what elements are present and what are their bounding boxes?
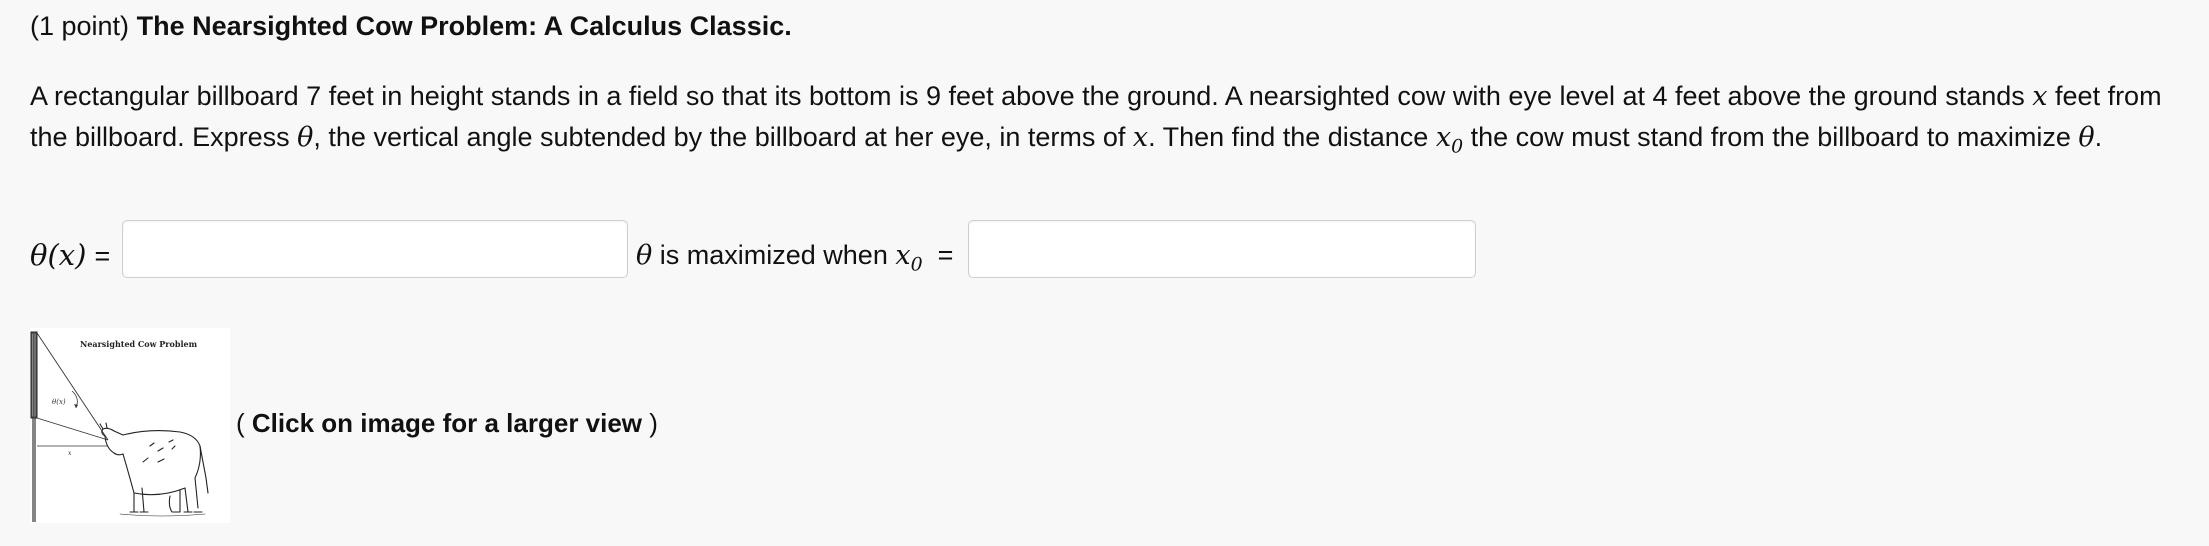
points-label: (1 point) (30, 11, 130, 41)
statement-text-3: , the vertical angle subtended by the bi… (313, 122, 1133, 152)
sight-line-top (36, 332, 109, 441)
figure-title: Nearsighted Cow Problem (80, 339, 198, 349)
answer-row: θ(x) = θ is maximized when x0 = (30, 220, 1490, 280)
statement-text-6: . (2094, 122, 2103, 152)
math-var-x: x (1132, 122, 1149, 153)
figure-x-label: x (68, 450, 72, 457)
enlarge-image-link[interactable]: Click on image for a larger view (252, 408, 642, 438)
x0-answer-input[interactable] (968, 220, 1476, 278)
cow-problem-figure[interactable]: θ(x) x Nearsighted Cow Problem (30, 328, 230, 523)
theta-of-x-label: θ(x) = (30, 238, 111, 272)
billboard-icon (30, 331, 38, 419)
math-theta: θ (297, 122, 314, 153)
sight-line-bottom (36, 417, 109, 441)
figure-caption: ( Click on image for a larger view ) (236, 408, 658, 438)
problem-statement: A rectangular billboard 7 feet in height… (30, 76, 2190, 158)
math-x0: x0 (1435, 122, 1464, 158)
problem-title: The Nearsighted Cow Problem: A Calculus … (136, 11, 792, 41)
maximized-label: θ is maximized when x0 = (636, 240, 954, 276)
figure-angle-label: θ(x) (52, 398, 66, 406)
statement-text-5: the cow must stand from the billboard to… (1463, 122, 2079, 152)
math-theta: θ (2078, 122, 2095, 153)
theta-answer-input[interactable] (122, 220, 628, 278)
cow-icon (99, 422, 209, 517)
math-var-x: x (2032, 81, 2048, 112)
statement-text-4: . Then find the distance (1148, 122, 1436, 152)
problem-header: (1 point) The Nearsighted Cow Problem: A… (30, 10, 792, 42)
statement-text-1: A rectangular billboard 7 feet in height… (30, 81, 2033, 111)
